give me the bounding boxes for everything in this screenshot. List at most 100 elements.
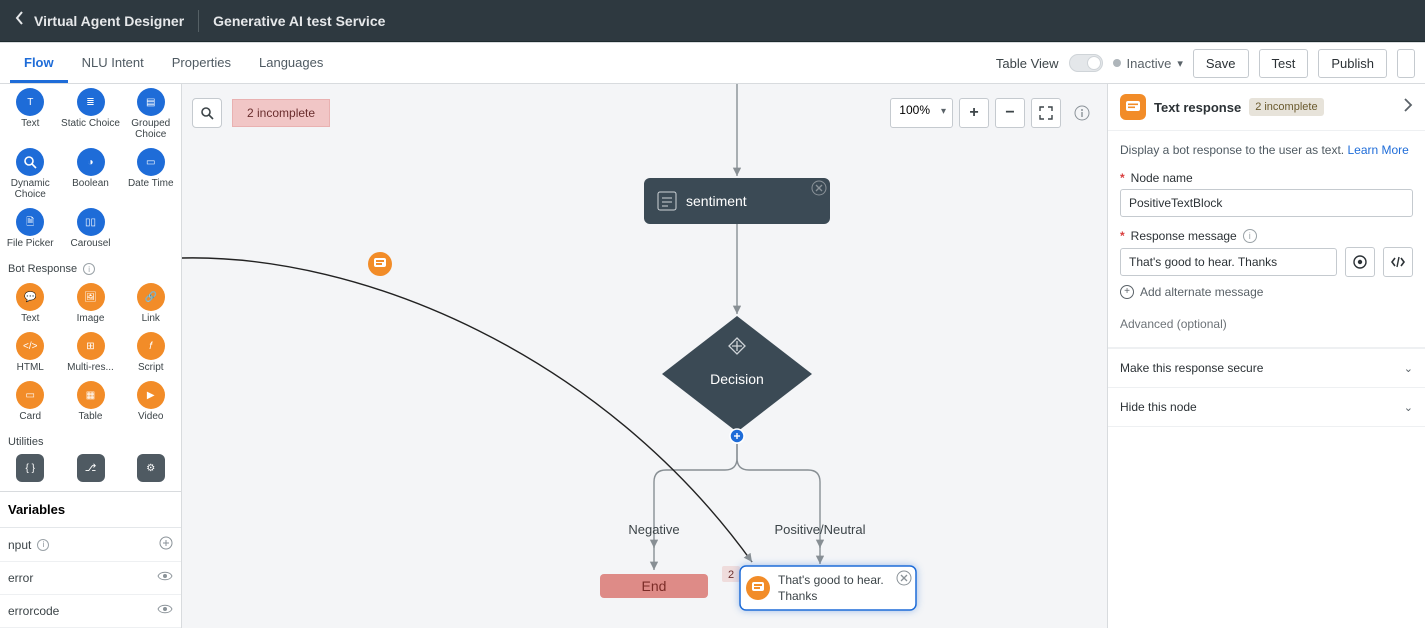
learn-more-link[interactable]: Learn More bbox=[1347, 143, 1408, 157]
link-icon: 🔗 bbox=[137, 283, 165, 311]
info-icon[interactable]: i bbox=[1243, 229, 1257, 243]
accordion-make-secure[interactable]: Make this response secure ⌄ bbox=[1108, 349, 1425, 388]
node-sentiment[interactable]: sentiment bbox=[644, 178, 830, 224]
zoom-select[interactable]: 100% bbox=[890, 98, 953, 128]
palette-item-util-2[interactable]: ⎇ bbox=[61, 454, 121, 484]
code-view-button[interactable] bbox=[1383, 247, 1413, 277]
palette-item-card[interactable]: ▭ Card bbox=[0, 381, 60, 422]
palette-item-bot-text[interactable]: 💬 Text bbox=[0, 283, 60, 324]
properties-panel: Text response 2 incomplete Display a bot… bbox=[1107, 84, 1425, 628]
incomplete-badge[interactable]: 2 incomplete bbox=[232, 99, 330, 127]
search-icon bbox=[16, 148, 44, 176]
header-divider bbox=[198, 10, 199, 32]
palette: T Text ≣ Static Choice ▤ Grouped Choice bbox=[0, 84, 182, 628]
svg-text:That's good to hear.: That's good to hear. bbox=[778, 573, 884, 587]
status-label: Inactive bbox=[1127, 56, 1172, 71]
publish-button[interactable]: Publish bbox=[1318, 49, 1387, 78]
add-alternate-button[interactable]: + Add alternate message bbox=[1120, 285, 1413, 299]
chat-icon: 💬 bbox=[16, 283, 44, 311]
eye-icon[interactable] bbox=[157, 570, 173, 586]
minus-icon: − bbox=[1005, 104, 1014, 122]
palette-item-link[interactable]: 🔗 Link bbox=[121, 283, 181, 324]
canvas-search-button[interactable] bbox=[192, 98, 222, 128]
table-view-toggle[interactable] bbox=[1069, 54, 1103, 72]
palette-item-video[interactable]: ▶ Video bbox=[121, 381, 181, 422]
plus-icon: + bbox=[969, 104, 978, 122]
code-block-icon: { } bbox=[16, 454, 44, 482]
response-message-input[interactable] bbox=[1120, 248, 1337, 276]
kebab-menu-button[interactable] bbox=[1397, 49, 1415, 78]
node-decision[interactable]: Decision bbox=[662, 316, 812, 443]
palette-item-grouped-choice[interactable]: ▤ Grouped Choice bbox=[121, 88, 181, 140]
info-icon bbox=[1074, 105, 1090, 121]
panel-collapse-button[interactable] bbox=[1403, 98, 1413, 117]
tab-languages[interactable]: Languages bbox=[245, 43, 337, 83]
play-icon: ▶ bbox=[137, 381, 165, 409]
script-icon: 𝑓 bbox=[137, 332, 165, 360]
service-name: Generative AI test Service bbox=[213, 13, 385, 29]
code-icon bbox=[1390, 254, 1406, 270]
sparkle-icon bbox=[1352, 254, 1368, 270]
svg-text:Thanks: Thanks bbox=[778, 589, 817, 603]
svg-text:Negative: Negative bbox=[628, 522, 679, 537]
tab-flow[interactable]: Flow bbox=[10, 43, 68, 83]
palette-item-image[interactable]: 🖼 Image bbox=[61, 283, 121, 324]
variable-row-input[interactable]: nput i bbox=[0, 528, 181, 562]
node-end[interactable]: End bbox=[600, 574, 708, 598]
code-icon: </> bbox=[16, 332, 44, 360]
palette-item-html[interactable]: </> HTML bbox=[0, 332, 60, 373]
card-icon: ▭ bbox=[16, 381, 44, 409]
palette-item-static-choice[interactable]: ≣ Static Choice bbox=[61, 88, 121, 140]
fullscreen-button[interactable] bbox=[1031, 98, 1061, 128]
canvas[interactable]: 2 incomplete 100% + − bbox=[182, 84, 1107, 628]
back-chevron-icon[interactable] bbox=[14, 11, 26, 30]
advanced-label: Advanced (optional) bbox=[1120, 317, 1413, 331]
palette-item-text[interactable]: T Text bbox=[0, 88, 60, 140]
required-star-icon: * bbox=[1120, 229, 1125, 243]
required-star-icon: * bbox=[1120, 171, 1125, 185]
palette-item-boolean[interactable]: ◑ Boolean bbox=[61, 148, 121, 200]
toggle-icon: ◑ bbox=[77, 148, 105, 176]
info-icon[interactable]: i bbox=[83, 263, 95, 275]
add-icon[interactable] bbox=[159, 536, 173, 553]
fullscreen-icon bbox=[1039, 106, 1053, 120]
palette-item-carousel[interactable]: ▯▯ Carousel bbox=[61, 208, 121, 249]
status-dropdown[interactable]: Inactive ▾ bbox=[1113, 56, 1183, 71]
variable-row-errorcode[interactable]: errorcode bbox=[0, 595, 181, 628]
test-button[interactable]: Test bbox=[1259, 49, 1309, 78]
palette-item-util-3[interactable]: ⚙ bbox=[121, 454, 181, 484]
palette-item-script[interactable]: 𝑓 Script bbox=[121, 332, 181, 373]
text-response-icon bbox=[1120, 94, 1146, 120]
eye-icon[interactable] bbox=[157, 603, 173, 619]
accordion-hide-node[interactable]: Hide this node ⌄ bbox=[1108, 388, 1425, 427]
status-dot-icon bbox=[1113, 59, 1121, 67]
search-icon bbox=[200, 106, 214, 120]
palette-item-datetime[interactable]: ▭ Date Time bbox=[121, 148, 181, 200]
zoom-out-button[interactable]: − bbox=[995, 98, 1025, 128]
chevron-right-icon bbox=[1403, 98, 1413, 112]
variable-row-error[interactable]: error bbox=[0, 562, 181, 595]
variables-header: Variables bbox=[0, 492, 181, 528]
branch-icon: ⎇ bbox=[77, 454, 105, 482]
ai-suggest-button[interactable] bbox=[1345, 247, 1375, 277]
zoom-in-button[interactable]: + bbox=[959, 98, 989, 128]
palette-item-file-picker[interactable]: 🗎 File Picker bbox=[0, 208, 60, 249]
app-title: Virtual Agent Designer bbox=[34, 13, 184, 29]
node-name-input[interactable] bbox=[1120, 189, 1413, 217]
tab-bar: Flow NLU Intent Properties Languages Tab… bbox=[0, 42, 1425, 84]
plus-circle-icon: + bbox=[1120, 285, 1134, 299]
carousel-icon: ▯▯ bbox=[77, 208, 105, 236]
palette-item-dynamic-choice[interactable]: Dynamic Choice bbox=[0, 148, 60, 200]
tab-nlu-intent[interactable]: NLU Intent bbox=[68, 43, 158, 83]
canvas-info-button[interactable] bbox=[1067, 98, 1097, 128]
top-header: Virtual Agent Designer Generative AI tes… bbox=[0, 0, 1425, 42]
palette-item-util-1[interactable]: { } bbox=[0, 454, 60, 484]
save-button[interactable]: Save bbox=[1193, 49, 1249, 78]
tab-properties[interactable]: Properties bbox=[158, 43, 245, 83]
chevron-down-icon: ▾ bbox=[1177, 57, 1183, 70]
palette-item-multires[interactable]: ⊞ Multi-res... bbox=[61, 332, 121, 373]
palette-item-table[interactable]: ▦ Table bbox=[61, 381, 121, 422]
response-message-label: Response message bbox=[1131, 229, 1237, 243]
node-text-response[interactable]: That's good to hear. Thanks bbox=[740, 566, 916, 610]
svg-text:2: 2 bbox=[728, 569, 734, 581]
